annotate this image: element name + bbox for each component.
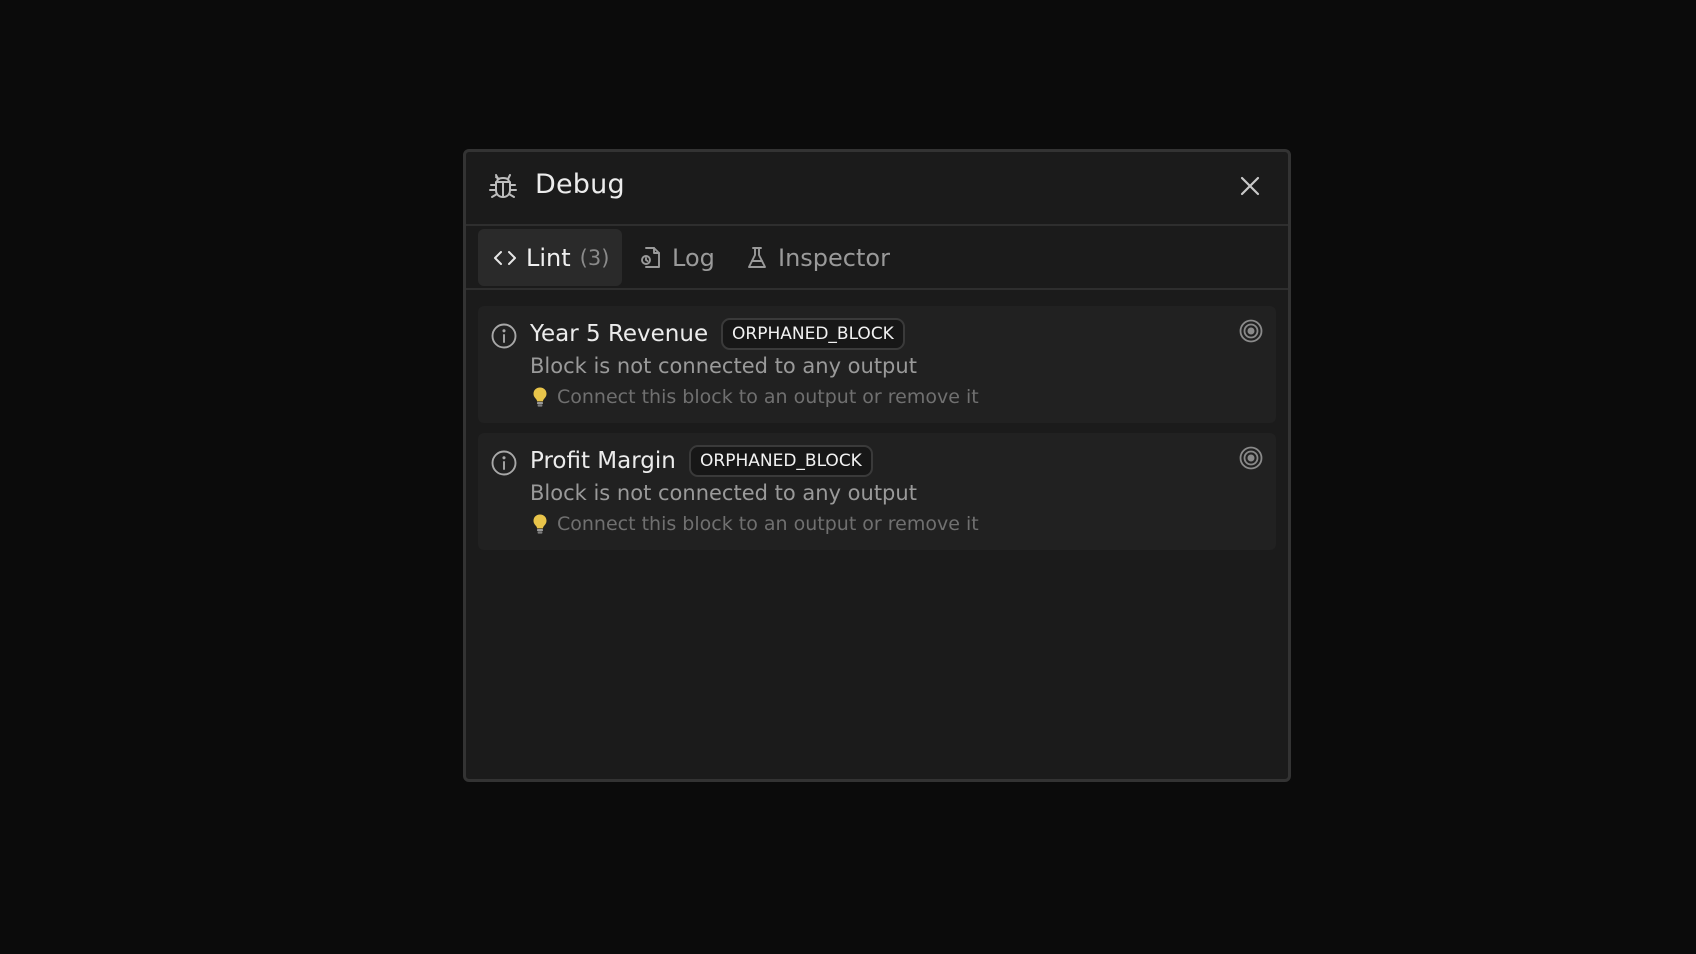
issue-hint: Connect this block to an output or remov… <box>530 384 979 410</box>
tab-log-label: Log <box>672 243 715 272</box>
issue-code-badge: ORPHANED_BLOCK <box>689 445 873 477</box>
issue-code-badge: ORPHANED_BLOCK <box>721 318 905 350</box>
issue-title: Profit Margin <box>530 448 676 474</box>
info-icon <box>491 450 517 476</box>
lint-issue-list: Year 5 Revenue ORPHANED_BLOCK Block is n… <box>466 290 1288 550</box>
lint-issue[interactable]: Year 5 Revenue ORPHANED_BLOCK Block is n… <box>478 306 1276 423</box>
lightbulb-icon <box>533 387 547 407</box>
tab-lint-count: (3) <box>579 245 610 270</box>
tab-bar: Lint (3) Log Inspector <box>466 226 1288 290</box>
bug-icon <box>489 174 517 198</box>
issue-hint-text: Connect this block to an output or remov… <box>557 386 979 408</box>
locate-target-icon[interactable] <box>1238 445 1264 471</box>
dialog-header: Debug <box>466 152 1288 226</box>
debug-dialog: Debug Lint (3) Log Inspector Year 5 Reve… <box>463 149 1291 782</box>
tab-lint[interactable]: Lint (3) <box>478 229 622 286</box>
dialog-title: Debug <box>535 169 625 200</box>
tab-inspector[interactable]: Inspector <box>744 229 904 286</box>
info-icon <box>491 323 517 349</box>
issue-title: Year 5 Revenue <box>530 321 709 347</box>
locate-target-icon[interactable] <box>1238 318 1264 344</box>
tab-inspector-label: Inspector <box>778 243 890 272</box>
issue-message: Block is not connected to any output <box>530 481 917 505</box>
tab-log[interactable]: Log <box>638 229 728 286</box>
issue-hint-text: Connect this block to an output or remov… <box>557 513 979 535</box>
document-icon <box>641 246 660 268</box>
code-brackets-icon <box>494 250 516 265</box>
flask-icon <box>748 246 766 268</box>
issue-hint: Connect this block to an output or remov… <box>530 511 979 537</box>
tab-lint-label: Lint <box>526 243 571 272</box>
lint-issue[interactable]: Profit Margin ORPHANED_BLOCK Block is no… <box>478 433 1276 550</box>
issue-message: Block is not connected to any output <box>530 354 917 378</box>
close-icon[interactable] <box>1236 172 1264 200</box>
lightbulb-icon <box>533 514 547 534</box>
